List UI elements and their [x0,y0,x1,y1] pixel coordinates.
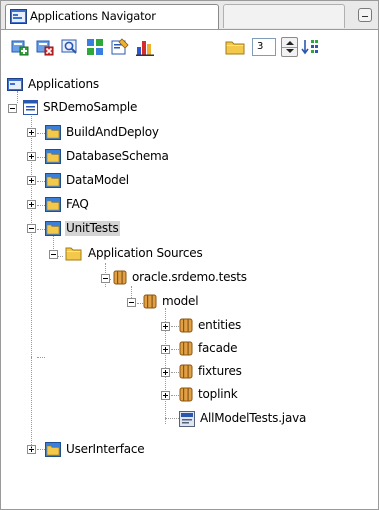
remove-from-project-icon[interactable] [36,38,54,56]
tree-label: fixtures [198,364,242,378]
tree-label: facade [198,341,238,355]
collapse-toggle[interactable] [101,274,110,283]
expand-toggle[interactable] [161,368,170,377]
collapse-toggle[interactable] [127,298,136,307]
find-icon[interactable] [61,38,79,56]
package-icon [143,294,157,312]
collapse-toggle[interactable] [49,250,58,259]
expand-toggle[interactable] [27,128,36,137]
tab-title: Applications Navigator [30,9,156,23]
expand-toggle[interactable] [27,200,36,209]
expand-toggle[interactable] [161,345,170,354]
project-folder-icon [45,197,61,215]
tree-label: BuildAndDeploy [66,125,159,139]
tree-label: entities [198,318,242,332]
project-folder-icon [45,221,61,239]
toolbar: 3 [1,30,378,62]
tree-label: FAQ [66,197,89,211]
spinner-icon[interactable] [281,37,298,57]
tree-label: DataModel [66,173,129,187]
tree-label: UnitTests [65,221,120,236]
edit-icon[interactable] [111,38,129,56]
project-folder-icon [45,125,61,143]
package-icon [179,318,193,336]
expand-toggle[interactable] [161,391,170,400]
expand-toggle[interactable] [27,152,36,161]
synchronize-icon[interactable] [86,38,104,56]
tree-label: DatabaseSchema [66,149,169,163]
tree-label: Applications [28,77,99,91]
tree-label: SRDemoSample [43,100,138,114]
tree-label: AllModelTests.java [200,411,307,425]
tree-label: UserInterface [66,442,145,456]
workspace-icon [23,100,38,118]
expand-toggle[interactable] [161,322,170,331]
java-file-icon [179,411,195,430]
empty-tab [223,4,345,28]
collapse-toggle[interactable] [27,224,36,233]
spin-up-icon[interactable] [286,41,294,45]
chart-icon[interactable] [136,38,154,56]
package-icon [113,270,127,288]
spin-down-icon[interactable] [286,49,294,53]
applications-navigator-icon [10,9,27,27]
collapse-toggle[interactable] [8,104,17,113]
tree-label: toplink [198,387,238,401]
folder-icon [65,246,82,264]
applications-icon [7,77,23,96]
tab-strip: Applications Navigator [1,1,378,30]
tree-label: oracle.srdemo.tests [132,270,247,284]
project-folder-icon [45,173,61,191]
minimize-button[interactable] [358,8,372,22]
navigator-panel: Applications Navigator 3 Applications SR… [0,0,379,510]
project-folder-icon [45,149,61,167]
project-folder-icon [45,442,61,460]
level-input[interactable]: 3 [252,38,276,56]
application-tree: Applications SRDemoSample BuildAndDeploy [1,63,378,503]
add-to-project-icon[interactable] [11,38,29,56]
tree-label: model [162,294,199,308]
folder-icon[interactable] [225,38,245,56]
package-icon [179,341,193,359]
tab-applications-navigator[interactable]: Applications Navigator [5,4,219,29]
sort-icon[interactable] [301,38,319,56]
expand-toggle[interactable] [27,176,36,185]
tree-label: Application Sources [88,246,203,260]
package-icon [179,387,193,405]
package-icon [179,364,193,382]
